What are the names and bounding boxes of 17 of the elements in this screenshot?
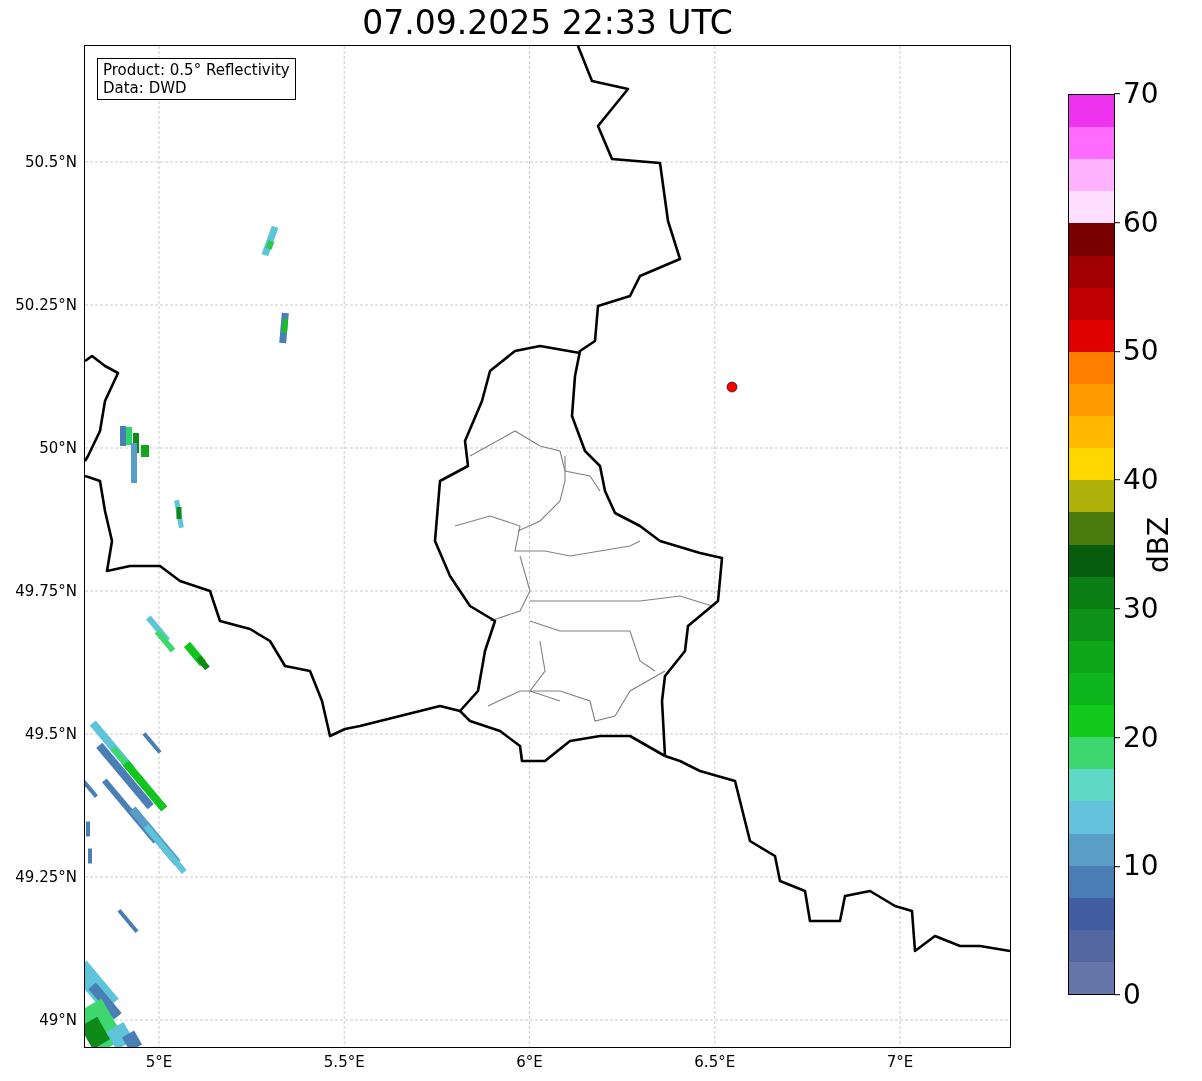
latitude-label: 50.5°N	[24, 153, 77, 171]
latitude-label: 49.25°N	[15, 868, 77, 886]
longitude-label: 5°E	[145, 1053, 173, 1071]
latitude-label: 49.75°N	[15, 582, 77, 600]
longitude-label: 6°E	[516, 1053, 543, 1071]
info-text: Product: 0.5° Reflectivity	[103, 61, 290, 79]
latitude-label: 50°N	[39, 439, 77, 457]
colorbar-label: dBZ	[1141, 516, 1175, 573]
chart-title: 07.09.2025 22:33 UTC	[362, 6, 733, 39]
latitude-label: 50.25°N	[15, 296, 77, 314]
longitude-label: 6.5°E	[694, 1053, 736, 1071]
longitude-label: 5.5°E	[323, 1053, 365, 1071]
location-marker	[726, 381, 738, 393]
info-text: Data: DWD	[103, 79, 188, 97]
latitude-label: 49°N	[39, 1011, 77, 1029]
longitude-label: 7°E	[886, 1053, 914, 1071]
latitude-label: 49.5°N	[24, 725, 77, 743]
